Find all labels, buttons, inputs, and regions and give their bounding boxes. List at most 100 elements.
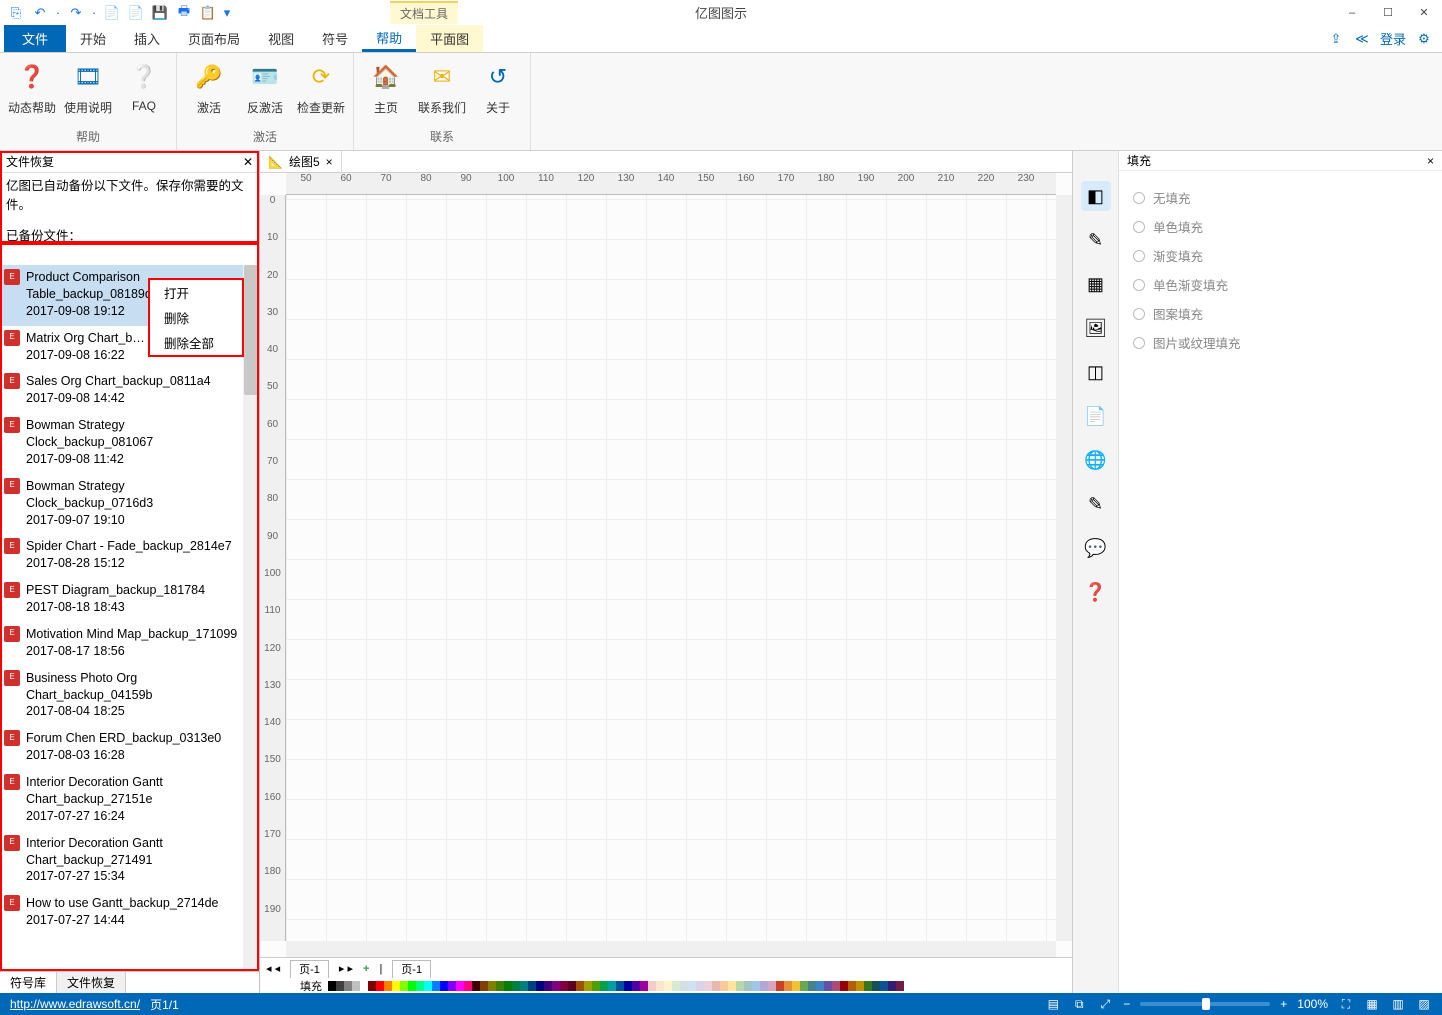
color-swatch[interactable]: [528, 981, 536, 991]
color-swatch[interactable]: [416, 981, 424, 991]
color-swatch[interactable]: [360, 981, 368, 991]
cloud-icon[interactable]: ⇪: [1328, 31, 1344, 47]
color-swatch[interactable]: [424, 981, 432, 991]
edit-icon[interactable]: ✎: [1081, 489, 1111, 519]
page-tab-1-right[interactable]: 页-1: [392, 960, 431, 978]
color-swatch[interactable]: [872, 981, 880, 991]
ctx-delete[interactable]: 删除: [150, 305, 242, 330]
color-swatch[interactable]: [672, 981, 680, 991]
add-page-icon[interactable]: +: [363, 963, 369, 975]
color-swatch[interactable]: [576, 981, 584, 991]
fill-panel-close-icon[interactable]: ×: [1427, 154, 1434, 168]
page-icon[interactable]: 📄: [1081, 401, 1111, 431]
page-tab-1-left[interactable]: 页-1: [290, 960, 329, 978]
color-swatch[interactable]: [776, 981, 784, 991]
color-swatch[interactable]: [880, 981, 888, 991]
fill-option[interactable]: 渐变填充: [1133, 241, 1428, 270]
color-swatch[interactable]: [464, 981, 472, 991]
qat-new[interactable]: 📄: [102, 3, 122, 23]
tab-help[interactable]: 帮助: [362, 25, 416, 52]
color-swatch[interactable]: [848, 981, 856, 991]
color-swatch[interactable]: [760, 981, 768, 991]
ruler-toggle-icon[interactable]: ▥: [1390, 996, 1406, 1012]
color-swatch[interactable]: [536, 981, 544, 991]
tab-view[interactable]: 视图: [254, 25, 308, 52]
color-swatch[interactable]: [808, 981, 816, 991]
color-swatch[interactable]: [704, 981, 712, 991]
homepage-link[interactable]: http://www.edrawsoft.cn/: [10, 997, 140, 1011]
color-swatch[interactable]: [648, 981, 656, 991]
maximize-button[interactable]: ☐: [1370, 0, 1406, 25]
color-swatch[interactable]: [584, 981, 592, 991]
color-swatch[interactable]: [608, 981, 616, 991]
ctx-open[interactable]: 打开: [150, 280, 242, 305]
page-nav-right[interactable]: ▸ ▸: [339, 962, 353, 975]
color-swatch[interactable]: [888, 981, 896, 991]
tab-file[interactable]: 文件: [4, 25, 66, 52]
backup-file-item[interactable]: EHow to use Gantt_backup_2714de2017-07-2…: [0, 891, 259, 935]
faq-button[interactable]: ❔FAQ: [120, 57, 168, 125]
qat-print[interactable]: 🖶: [174, 3, 194, 23]
panel-close-icon[interactable]: ✕: [243, 155, 253, 169]
picture-icon[interactable]: 🖼: [1081, 313, 1111, 343]
color-swatch[interactable]: [560, 981, 568, 991]
backup-file-item[interactable]: EInterior Decoration Gantt Chart_backup_…: [0, 770, 259, 831]
backup-file-item[interactable]: EBowman Strategy Clock_backup_0810672017…: [0, 413, 259, 474]
homepage-button[interactable]: 🏠主页: [362, 57, 410, 125]
tab-insert[interactable]: 插入: [120, 25, 174, 52]
color-swatch[interactable]: [640, 981, 648, 991]
color-swatch[interactable]: [792, 981, 800, 991]
color-swatch[interactable]: [800, 981, 808, 991]
doc-close-icon[interactable]: ×: [326, 155, 333, 169]
page-nav-left[interactable]: ◂ ◂: [266, 962, 280, 975]
list-scrollbar[interactable]: [243, 265, 259, 971]
qat-redo[interactable]: ↷: [66, 3, 86, 23]
color-swatch[interactable]: [664, 981, 672, 991]
fill-option[interactable]: 图片或纹理填充: [1133, 328, 1428, 357]
qat-redo-menu[interactable]: ·: [90, 3, 98, 23]
color-swatch[interactable]: [352, 981, 360, 991]
document-tab[interactable]: 📐 绘图5 ×: [260, 151, 342, 172]
color-swatch[interactable]: [696, 981, 704, 991]
view-mode-2-icon[interactable]: ⧉: [1071, 996, 1087, 1012]
minimize-button[interactable]: –: [1334, 0, 1370, 25]
color-swatch[interactable]: [520, 981, 528, 991]
settings-icon[interactable]: ⚙: [1416, 31, 1432, 47]
guides-toggle-icon[interactable]: ▨: [1416, 996, 1432, 1012]
color-swatch[interactable]: [344, 981, 352, 991]
fill-option[interactable]: 单色渐变填充: [1133, 270, 1428, 299]
zoom-in-button[interactable]: +: [1280, 997, 1287, 1011]
help-icon[interactable]: ❓: [1081, 577, 1111, 607]
comment-icon[interactable]: 💬: [1081, 533, 1111, 563]
color-swatch[interactable]: [680, 981, 688, 991]
color-swatch[interactable]: [752, 981, 760, 991]
color-swatch[interactable]: [368, 981, 376, 991]
color-swatch[interactable]: [376, 981, 384, 991]
color-swatch[interactable]: [328, 981, 336, 991]
color-swatch[interactable]: [600, 981, 608, 991]
fill-option[interactable]: 图案填充: [1133, 299, 1428, 328]
color-swatch[interactable]: [384, 981, 392, 991]
color-swatch[interactable]: [568, 981, 576, 991]
shadow-icon[interactable]: ▦: [1081, 269, 1111, 299]
line-icon[interactable]: ✎: [1081, 225, 1111, 255]
qat-undo[interactable]: ↶: [30, 3, 50, 23]
fill-icon[interactable]: ◧: [1081, 181, 1111, 211]
color-swatch[interactable]: [408, 981, 416, 991]
color-swatch[interactable]: [720, 981, 728, 991]
color-swatch[interactable]: [832, 981, 840, 991]
qat-copy[interactable]: ⎘: [6, 3, 26, 23]
share-icon[interactable]: ≪: [1354, 31, 1370, 47]
qat-save[interactable]: 💾: [150, 3, 170, 23]
tab-floorplan[interactable]: 平面图: [416, 25, 483, 52]
activate-button[interactable]: 🔑激活: [185, 57, 233, 125]
color-swatch[interactable]: [400, 981, 408, 991]
backup-file-item[interactable]: EPEST Diagram_backup_1817842017-08-18 18…: [0, 578, 259, 622]
backup-file-item[interactable]: EBowman Strategy Clock_backup_0716d32017…: [0, 474, 259, 535]
dynamic-help-button[interactable]: ❓动态帮助: [8, 57, 56, 125]
color-swatch[interactable]: [784, 981, 792, 991]
fit-width-icon[interactable]: ⤢: [1097, 996, 1113, 1012]
color-swatch[interactable]: [480, 981, 488, 991]
drawing-canvas[interactable]: 5060708090100110120130140150160170180190…: [260, 173, 1072, 957]
color-swatch[interactable]: [856, 981, 864, 991]
